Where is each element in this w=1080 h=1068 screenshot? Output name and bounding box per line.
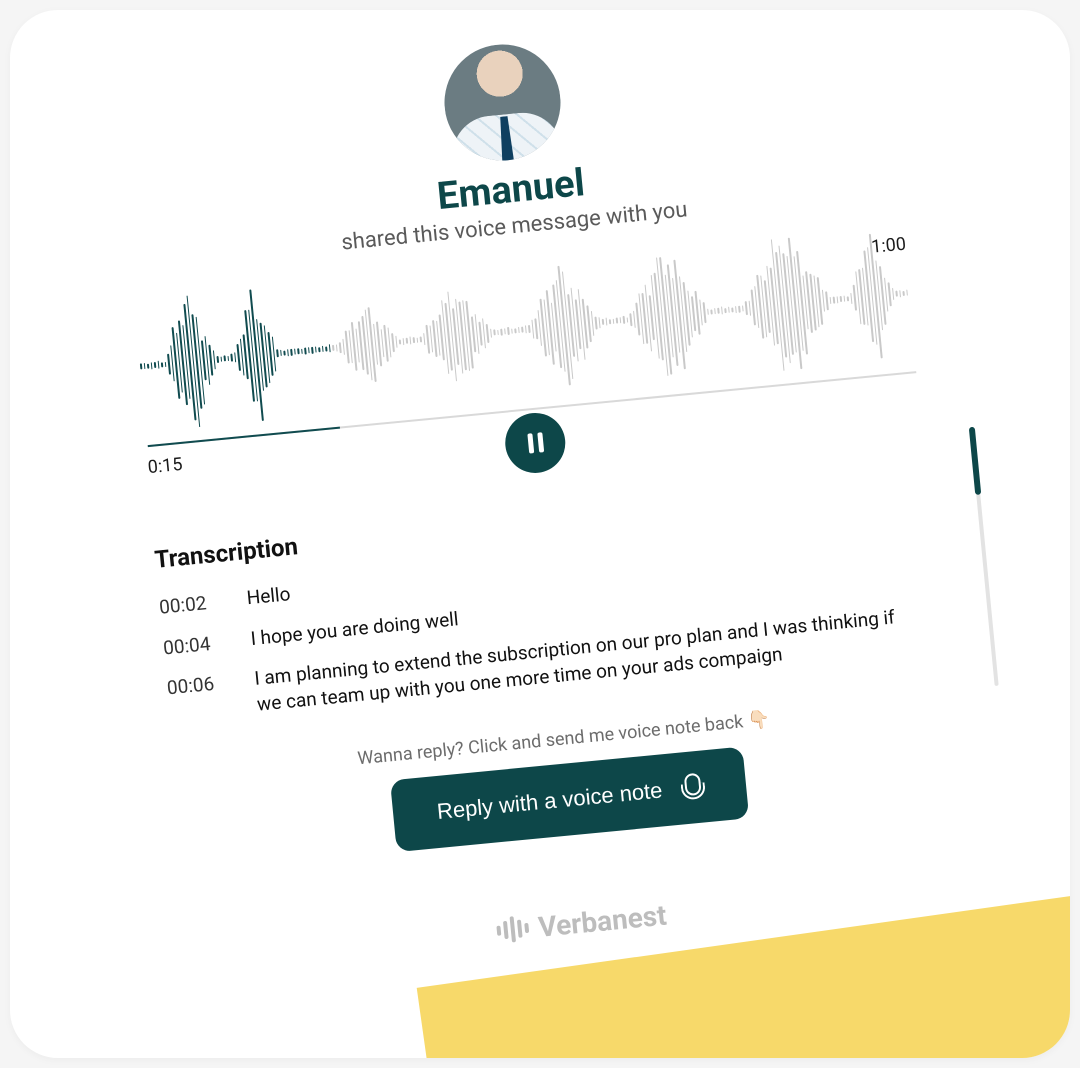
transcription-timestamp: 00:02 bbox=[158, 588, 224, 621]
current-time: 0:15 bbox=[147, 454, 184, 478]
microphone-icon bbox=[679, 772, 704, 802]
brand-name: Verbanest bbox=[537, 898, 668, 943]
transcription-scrollbar[interactable] bbox=[970, 427, 999, 686]
voice-message-card: Emanuel shared this voice message with y… bbox=[10, 10, 1070, 1058]
reply-area: Wanna reply? Click and send me voice not… bbox=[175, 691, 962, 872]
reply-button-label: Reply with a voice note bbox=[436, 777, 664, 825]
pause-button[interactable] bbox=[503, 410, 568, 475]
transcription-block: Transcription 00:02Hello00:04I hope you … bbox=[153, 471, 947, 725]
transcription-timestamp: 00:04 bbox=[162, 628, 228, 661]
transcription-timestamp: 00:06 bbox=[166, 669, 235, 726]
brand-waveform-icon bbox=[495, 915, 529, 944]
pause-icon bbox=[527, 432, 544, 453]
avatar bbox=[439, 39, 566, 166]
content-wrapper: Emanuel shared this voice message with y… bbox=[109, 10, 972, 977]
total-time: 1:00 bbox=[870, 234, 907, 258]
scrollbar-thumb[interactable] bbox=[969, 427, 981, 495]
reply-button[interactable]: Reply with a voice note bbox=[390, 746, 750, 852]
